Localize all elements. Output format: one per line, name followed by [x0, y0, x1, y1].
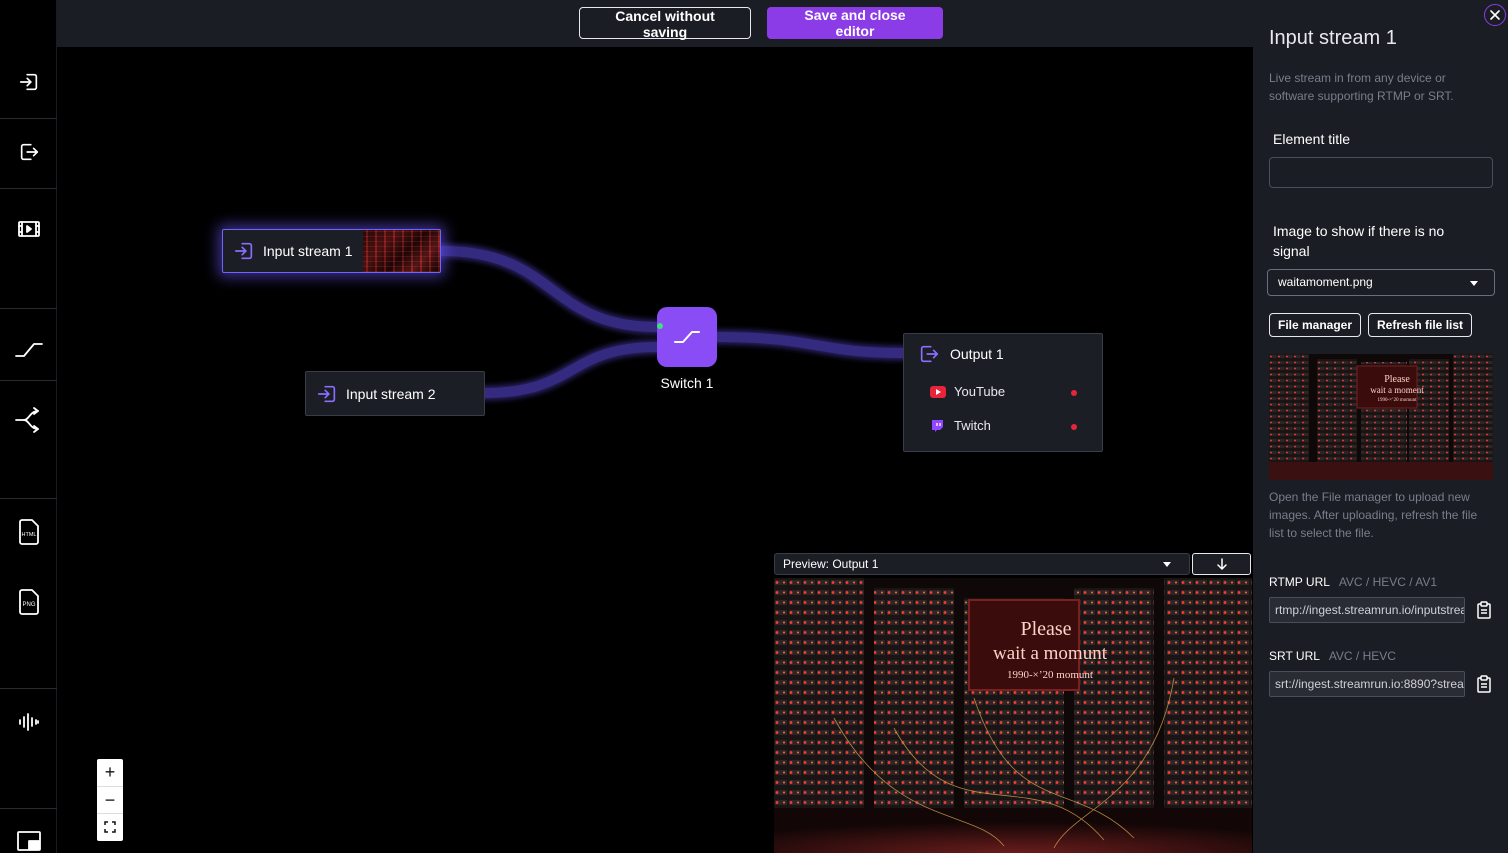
input-icon	[317, 385, 336, 402]
svg-text:1990‑×’20 momunt: 1990‑×’20 momunt	[1377, 398, 1417, 403]
preview-select-value: Preview: Output 1	[783, 557, 879, 571]
picture-in-picture-icon	[16, 831, 41, 851]
input-icon	[234, 242, 253, 260]
youtube-icon	[930, 385, 946, 398]
destination-name: YouTube	[954, 384, 1006, 399]
rtmp-url-label: RTMP URL	[1269, 575, 1330, 589]
router-icon	[14, 407, 39, 433]
clipboard-icon[interactable]	[1476, 675, 1492, 693]
srt-codecs: AVC / HEVC	[1328, 649, 1396, 663]
no-signal-image-preview: Please wait a moment 1990‑×’20 momunt	[1269, 354, 1493, 480]
switch-label: Switch 1	[660, 375, 714, 391]
editor-app: HTML PNG Cancel without saving Save and …	[0, 0, 1508, 853]
element-title-input[interactable]	[1269, 157, 1493, 188]
node-switch-1[interactable]	[657, 307, 717, 367]
html-file-icon: HTML	[18, 519, 39, 545]
graph-canvas[interactable]: Input stream 1 Input stream 2 Switch 1 O…	[57, 47, 1253, 853]
svg-text:Please: Please	[1020, 618, 1071, 640]
sidebar-item-input[interactable]	[0, 62, 57, 102]
video-icon	[17, 221, 40, 237]
no-signal-image-select[interactable]: waitamoment.png	[1267, 269, 1495, 296]
output-icon	[20, 143, 38, 161]
audio-waveform-icon	[18, 713, 39, 731]
wire-input1-switch[interactable]	[437, 246, 662, 332]
sidebar-item-video[interactable]	[0, 209, 57, 249]
svg-text:Please: Please	[1384, 374, 1410, 385]
svg-text:PNG: PNG	[22, 602, 35, 608]
preview-video: Please wait a momunt 1990‑×’20 momunt	[774, 578, 1252, 853]
fit-view-button[interactable]	[97, 813, 123, 840]
svg-text:wait a momunt: wait a momunt	[993, 643, 1108, 664]
no-signal-image-label: Image to show if there is no signal	[1273, 223, 1445, 259]
node-title: Input stream 1	[263, 243, 353, 259]
srt-url-heading: SRT URL AVC / HEVC	[1269, 649, 1396, 663]
rtmp-url-field[interactable]: rtmp://ingest.streamrun.io/inputstream	[1269, 597, 1465, 623]
sidebar: HTML PNG	[0, 0, 61, 853]
node-output-1[interactable]: Output 1 YouTube Twitch	[903, 333, 1103, 452]
svg-text:HTML: HTML	[21, 532, 36, 538]
rtmp-codecs: AVC / HEVC / AV1	[1338, 575, 1438, 589]
select-value: waitamoment.png	[1278, 275, 1373, 289]
file-help-text: Open the File manager to upload new imag…	[1269, 490, 1478, 540]
chevron-down-icon	[1470, 281, 1478, 286]
zoom-out-button[interactable]: −	[97, 786, 123, 813]
fit-view-icon	[104, 821, 116, 833]
node-input-stream-1[interactable]: Input stream 1	[222, 229, 441, 273]
node-input-stream-2[interactable]: Input stream 2	[305, 371, 485, 416]
srt-url-field[interactable]: srt://ingest.streamrun.io:8890?streamid	[1269, 671, 1465, 697]
arrow-down-icon	[1216, 558, 1227, 570]
svg-text:1990‑×’20 momunt: 1990‑×’20 momunt	[1007, 669, 1093, 681]
destination-status-dot	[1071, 390, 1077, 396]
destination-status-dot	[1071, 424, 1077, 430]
preview-output-select[interactable]: Preview: Output 1	[774, 553, 1190, 575]
sidebar-item-pip[interactable]	[0, 826, 57, 853]
panel-title: Input stream 1	[1269, 27, 1397, 49]
rtmp-url-heading: RTMP URL AVC / HEVC / AV1	[1269, 575, 1437, 589]
top-bar: Cancel without saving Save and close edi…	[57, 0, 1253, 47]
srt-url-label: SRT URL	[1269, 649, 1320, 663]
panel-description: Live stream in from any device or softwa…	[1269, 71, 1454, 103]
clipboard-icon[interactable]	[1476, 601, 1492, 619]
twitch-icon	[932, 419, 943, 432]
zoom-in-button[interactable]: +	[97, 759, 123, 786]
save-button[interactable]: Save and close editor	[767, 7, 943, 39]
sidebar-item-router[interactable]	[0, 400, 57, 440]
preview-panel: Preview: Output 1 Please wait a momunt 1…	[773, 552, 1253, 853]
chevron-down-icon	[1163, 562, 1171, 567]
properties-panel: Input stream 1 Live stream in from any d…	[1253, 0, 1508, 853]
output-icon	[920, 345, 939, 363]
destination-twitch[interactable]: Twitch	[930, 418, 991, 433]
svg-text:wait a moment: wait a moment	[1370, 385, 1424, 395]
preview-download-button[interactable]	[1192, 553, 1251, 575]
file-manager-button[interactable]: File manager	[1269, 313, 1362, 337]
sidebar-item-html[interactable]: HTML	[0, 512, 57, 552]
png-file-icon: PNG	[18, 589, 39, 615]
switch-icon	[14, 343, 43, 357]
zoom-controls: + −	[97, 759, 123, 841]
node-title: Input stream 2	[346, 385, 436, 402]
close-icon	[1490, 10, 1500, 20]
sidebar-item-png[interactable]: PNG	[0, 582, 57, 622]
switch-icon	[674, 331, 700, 343]
sidebar-item-switch[interactable]	[0, 330, 57, 370]
cancel-button[interactable]: Cancel without saving	[579, 7, 751, 40]
refresh-file-list-button[interactable]: Refresh file list	[1368, 313, 1473, 337]
close-panel-button[interactable]	[1484, 4, 1506, 26]
sidebar-item-audio[interactable]	[0, 702, 57, 742]
element-title-label: Element title	[1273, 131, 1351, 147]
sidebar-item-output[interactable]	[0, 132, 57, 172]
switch-input-active-indicator	[657, 323, 663, 329]
destination-youtube[interactable]: YouTube	[930, 384, 1005, 399]
node-thumbnail	[363, 230, 440, 272]
node-title: Output 1	[950, 346, 1004, 362]
input-icon	[19, 73, 37, 91]
destination-name: Twitch	[954, 418, 991, 433]
